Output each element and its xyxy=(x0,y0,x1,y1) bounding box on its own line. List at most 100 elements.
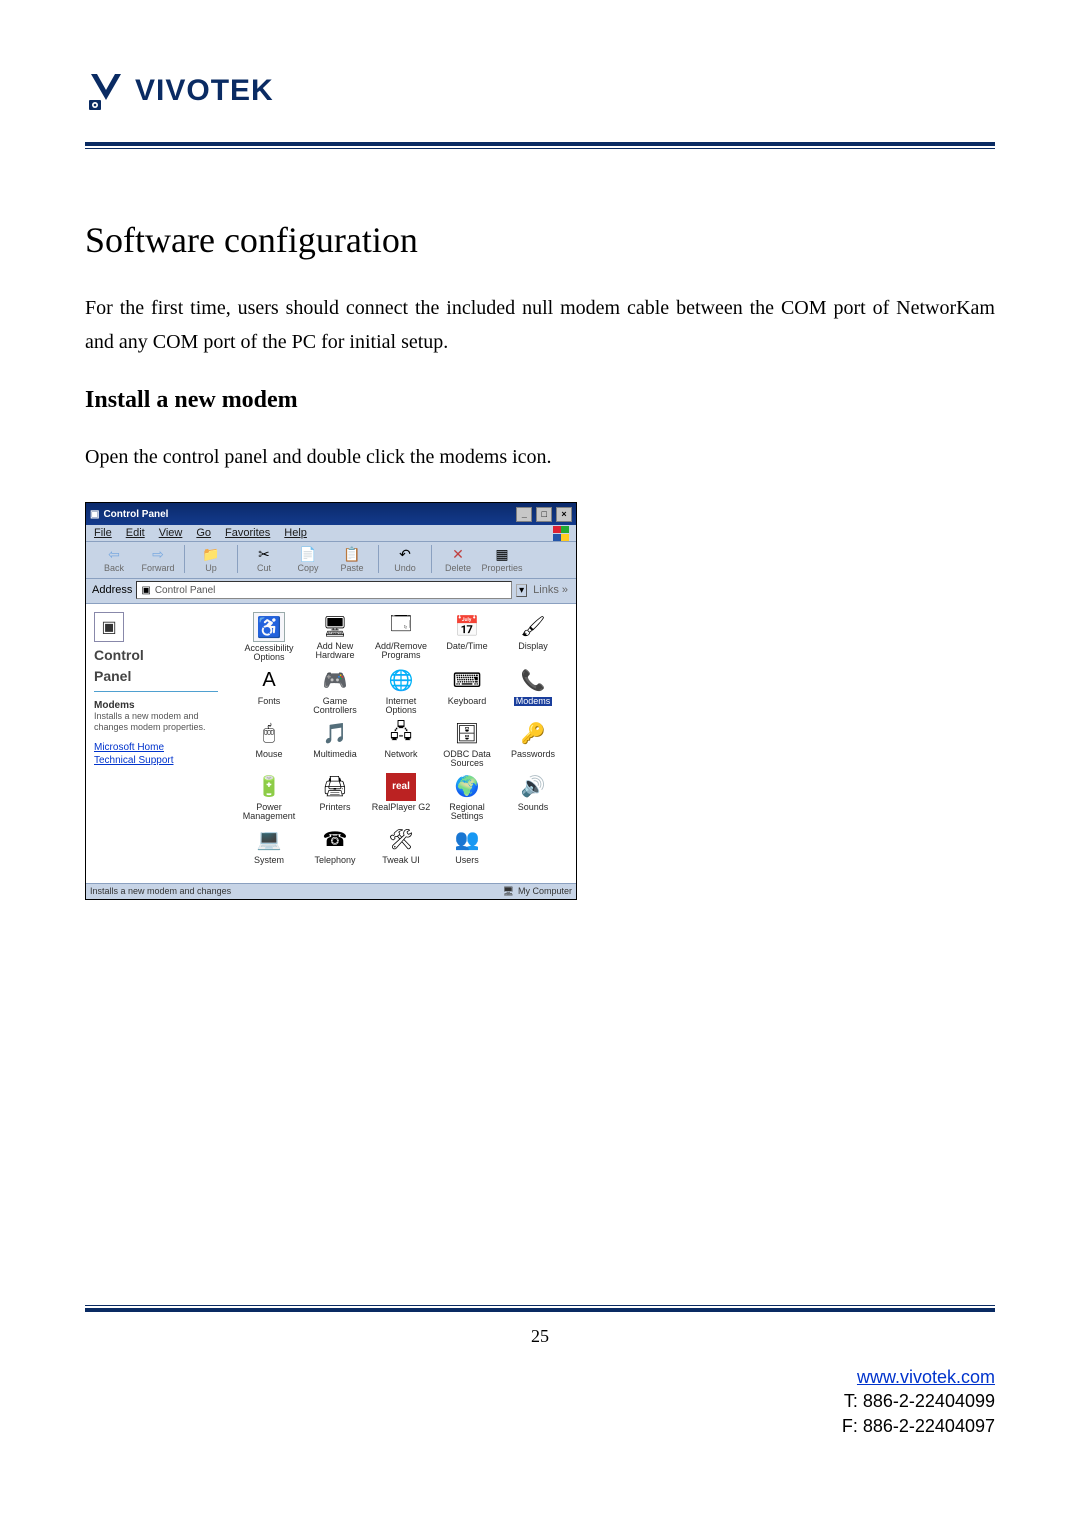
control-panel-item[interactable]: realRealPlayer G2 xyxy=(370,773,432,822)
footer-rule xyxy=(85,1305,995,1312)
status-bar: Installs a new modem and changes 🖥 My Co… xyxy=(86,883,576,899)
windows-logo-icon xyxy=(551,526,573,542)
control-panel-item[interactable]: 🖱Mouse xyxy=(238,720,300,769)
links-button[interactable]: Links » xyxy=(531,584,570,596)
control-panel-item[interactable]: ⌨Keyboard xyxy=(436,667,498,716)
control-panel-item-label: Sounds xyxy=(518,803,549,812)
control-panel-item[interactable]: 🛠Tweak UI xyxy=(370,826,432,865)
control-panel-item-label: Users xyxy=(455,856,479,865)
control-panel-item-label: Fonts xyxy=(258,697,281,706)
up-button[interactable]: 📁 Up xyxy=(189,545,233,573)
properties-icon: ▦ xyxy=(492,545,512,563)
control-panel-item-label: Keyboard xyxy=(448,697,487,706)
copy-button[interactable]: 📄 Copy xyxy=(286,545,330,573)
technical-support-link[interactable]: Technical Support xyxy=(94,755,218,766)
power-management-icon: 🔋 xyxy=(254,773,284,801)
forward-icon: ⇨ xyxy=(148,545,168,563)
menu-favorites[interactable]: Favorites xyxy=(223,527,272,539)
maximize-button[interactable]: □ xyxy=(536,507,552,522)
control-panel-item-label: Accessibility Options xyxy=(238,644,300,663)
control-panel-item-label: Date/Time xyxy=(446,642,487,651)
control-panel-item[interactable]: 🖧Network xyxy=(370,720,432,769)
menu-go[interactable]: Go xyxy=(194,527,213,539)
website-link[interactable]: www.vivotek.com xyxy=(857,1367,995,1387)
minimize-button[interactable]: _ xyxy=(516,507,532,522)
game-controllers-icon: 🎮 xyxy=(320,667,350,695)
modems-icon: 📞 xyxy=(518,667,548,695)
control-panel-item-label: Mouse xyxy=(255,750,282,759)
control-panel-item-label: Printers xyxy=(319,803,350,812)
control-panel-item[interactable]: ☎Telephony xyxy=(304,826,366,865)
add-new-hardware-icon: 🖥 xyxy=(320,612,350,640)
side-separator xyxy=(94,691,218,692)
add-remove-programs-icon: 🗔 xyxy=(386,612,416,640)
control-panel-item[interactable]: 🔑Passwords xyxy=(502,720,564,769)
control-panel-item[interactable]: 🌐 Internet Options xyxy=(370,667,432,716)
cut-button[interactable]: ✂ Cut xyxy=(242,545,286,573)
control-panel-item[interactable]: 🖥Add New Hardware xyxy=(304,612,366,663)
internet-options-icon: 🌐 xyxy=(386,667,416,695)
control-panel-item-label: Game Controllers xyxy=(304,697,366,716)
properties-button[interactable]: ▦ Properties xyxy=(480,545,524,573)
side-heading-1: Control xyxy=(94,648,218,663)
control-panel-item-label: System xyxy=(254,856,284,865)
address-dropdown-icon[interactable]: ▾ xyxy=(516,584,527,597)
address-bar: Address ▣ Control Panel ▾ Links » xyxy=(86,579,576,603)
control-panel-item[interactable]: 🗄ODBC Data Sources xyxy=(436,720,498,769)
control-panel-item-label: Display xyxy=(518,642,548,651)
control-panel-item[interactable]: 🗔 Add/Remove Programs xyxy=(370,612,432,663)
toolbar-separator xyxy=(431,545,432,573)
brand-logo: VIVOTEK xyxy=(85,70,995,112)
window-titlebar: ▣ Control Panel _ □ × xyxy=(86,503,576,525)
multimedia-icon: 🎵 xyxy=(320,720,350,748)
menu-help[interactable]: Help xyxy=(282,527,309,539)
control-panel-item[interactable]: 🎮 Game Controllers xyxy=(304,667,366,716)
toolbar: ⇦ Back ⇨ Forward 📁 Up ✂ Cut 📄 Copy xyxy=(86,541,576,579)
control-panel-item[interactable]: AFonts xyxy=(238,667,300,716)
forward-button[interactable]: ⇨ Forward xyxy=(136,545,180,573)
control-panel-item[interactable]: 💻 System xyxy=(238,826,300,865)
control-panel-item[interactable]: ♿Accessibility Options xyxy=(238,612,300,663)
regional-settings-icon: 🌍 xyxy=(452,773,482,801)
menu-edit[interactable]: Edit xyxy=(124,527,147,539)
menu-file[interactable]: File xyxy=(92,527,114,539)
back-button[interactable]: ⇦ Back xyxy=(92,545,136,573)
control-panel-item[interactable]: 👥Users xyxy=(436,826,498,865)
control-panel-item[interactable]: 📞Modems xyxy=(502,667,564,716)
control-panel-item[interactable]: 🖨 Printers xyxy=(304,773,366,822)
toolbar-separator xyxy=(237,545,238,573)
realplayer-g2-icon: real xyxy=(386,773,416,801)
control-panel-item[interactable]: 🔊Sounds xyxy=(502,773,564,822)
odbc-data-sources-icon: 🗄 xyxy=(452,720,482,748)
printers-icon: 🖨 xyxy=(320,773,350,801)
control-panel-item[interactable]: 🖌 Display xyxy=(502,612,564,663)
status-location: My Computer xyxy=(518,886,572,896)
close-button[interactable]: × xyxy=(556,507,572,522)
menu-view[interactable]: View xyxy=(157,527,185,539)
back-icon: ⇦ xyxy=(104,545,124,563)
control-panel-item[interactable]: 🌍Regional Settings xyxy=(436,773,498,822)
display-icon: 🖌 xyxy=(518,612,548,640)
delete-button[interactable]: ✕ Delete xyxy=(436,545,480,573)
control-panel-item-label: Add/Remove Programs xyxy=(370,642,432,661)
header-rule xyxy=(85,142,995,149)
control-panel-item-label: Passwords xyxy=(511,750,555,759)
control-panel-item[interactable]: 🔋Power Management xyxy=(238,773,300,822)
address-input[interactable]: ▣ Control Panel xyxy=(136,581,512,599)
control-panel-item[interactable]: 🎵Multimedia xyxy=(304,720,366,769)
control-panel-item-label: Internet Options xyxy=(370,697,432,716)
control-panel-item-label: Tweak UI xyxy=(382,856,420,865)
folder-up-icon: 📁 xyxy=(201,545,221,563)
system-icon: 💻 xyxy=(254,826,284,854)
folder-icon: ▣ xyxy=(141,585,150,596)
intro-paragraph: For the first time, users should connect… xyxy=(85,291,995,359)
microsoft-home-link[interactable]: Microsoft Home xyxy=(94,742,218,753)
control-panel-item[interactable]: 📅Date/Time xyxy=(436,612,498,663)
paste-button[interactable]: 📋 Paste xyxy=(330,545,374,573)
logo-mark-icon xyxy=(85,70,127,112)
delete-icon: ✕ xyxy=(448,545,468,563)
telephony-icon: ☎ xyxy=(320,826,350,854)
window-title: Control Panel xyxy=(103,509,168,520)
copy-icon: 📄 xyxy=(298,545,318,563)
undo-button[interactable]: ↶ Undo xyxy=(383,545,427,573)
